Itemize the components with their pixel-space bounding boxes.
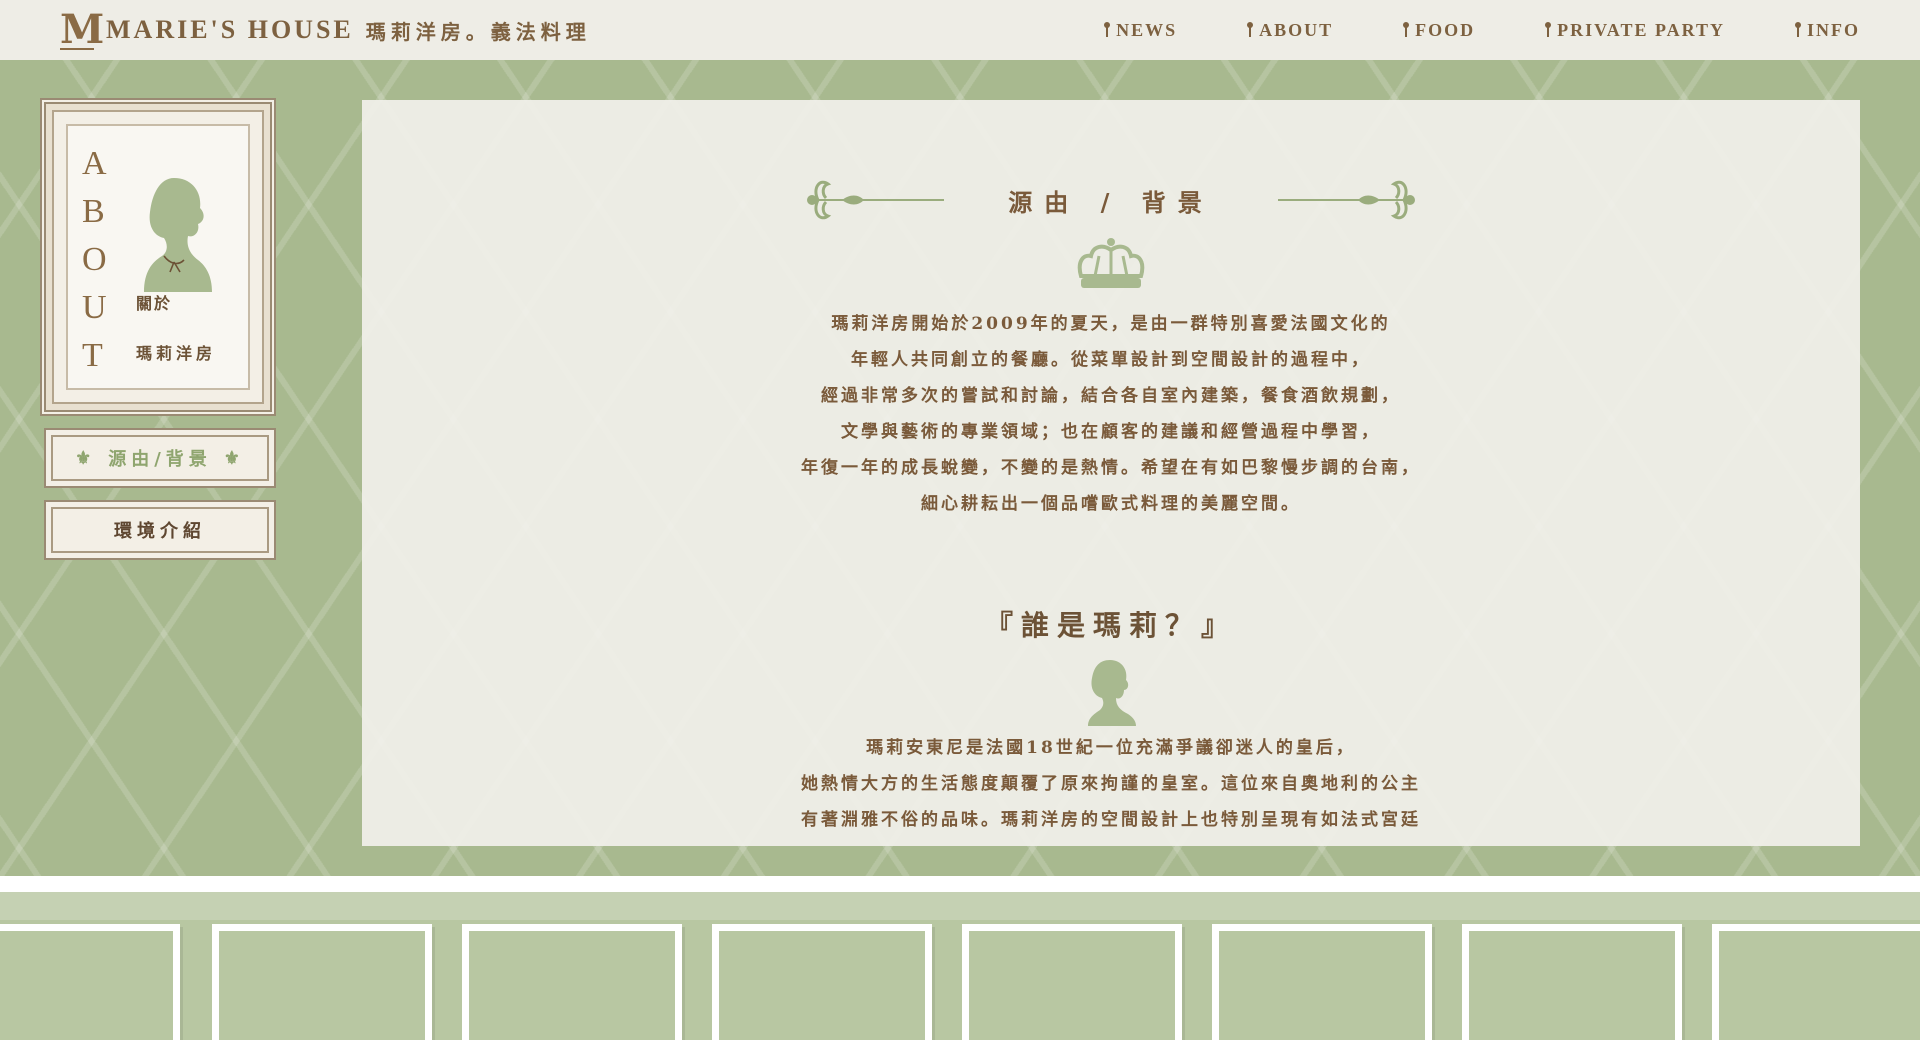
section-title: 源由 / 背景 bbox=[1008, 187, 1214, 217]
marie-line: 瑪莉安東尼是法國18世紀一位充滿爭議卻迷人的皇后， bbox=[866, 738, 1356, 758]
intro-line: 瑪莉洋房開始於2009年的夏天，是由一群特別喜愛法國文化的 bbox=[831, 314, 1391, 334]
keyhole-icon bbox=[1104, 22, 1111, 38]
keyhole-icon bbox=[1795, 22, 1801, 38]
about-chinese-sublabel: 瑪莉洋房 bbox=[136, 344, 217, 363]
about-chinese-label: 關於 bbox=[136, 294, 173, 313]
brand[interactable]: M MARIE'S HOUSE 瑪莉洋房。義法料理 bbox=[60, 8, 591, 52]
who-is-marie-heading: 『誰是瑪莉？』 bbox=[984, 609, 1237, 642]
lady-silhouette-icon bbox=[144, 178, 212, 292]
crown-icon bbox=[1077, 238, 1145, 288]
flourish-right-icon bbox=[1277, 180, 1415, 220]
fleur-icon: ⚜ bbox=[223, 447, 245, 469]
marie-portrait-icon bbox=[1088, 660, 1136, 726]
wainscot-panel bbox=[212, 924, 432, 1040]
about-letter: B bbox=[82, 193, 105, 230]
marie-paragraph: 瑪莉安東尼是法國18世紀一位充滿爭議卻迷人的皇后， 她熱情大方的生活態度顛覆了原… bbox=[362, 730, 1860, 838]
nav-item-label: PRIVATE PARTY bbox=[1557, 19, 1725, 40]
nav-item-label: FOOD bbox=[1415, 19, 1476, 40]
nav-item-private-party[interactable]: PRIVATE PARTY bbox=[1545, 20, 1725, 41]
chair-rail bbox=[0, 876, 1920, 892]
wainscot-band bbox=[0, 892, 1920, 920]
nav-item-label: ABOUT bbox=[1259, 19, 1334, 40]
origin-background-button[interactable]: ⚜ 源由/背景 ⚜ bbox=[44, 428, 276, 488]
nav-item-label: INFO bbox=[1807, 19, 1860, 40]
brand-subtitle: 瑪莉洋房。義法料理 bbox=[365, 19, 591, 44]
intro-line: 年復一年的成長蛻變，不變的是熱情。希望在有如巴黎慢步調的台南， bbox=[801, 458, 1421, 478]
about-letter: O bbox=[82, 241, 107, 278]
about-vertical-title: A B O U T bbox=[82, 144, 107, 376]
about-letter: A bbox=[82, 145, 107, 182]
side-button-label: 源由/背景 bbox=[108, 449, 212, 470]
wainscot-panel bbox=[1712, 924, 1920, 1040]
wainscot-wall bbox=[0, 892, 1920, 1040]
brand-name[interactable]: MARIE'S HOUSE bbox=[106, 15, 354, 45]
about-letter: U bbox=[82, 289, 107, 326]
fleur-icon: ⚜ bbox=[75, 447, 97, 469]
about-frame-inner: A B O U T 關於 瑪莉洋房 bbox=[66, 124, 250, 390]
marie-line: 她熱情大方的生活態度顛覆了原來拘謹的皇室。這位來自奧地利的公主 bbox=[801, 774, 1421, 794]
about-picture-frame: A B O U T 關於 瑪莉洋房 bbox=[40, 98, 276, 416]
environment-button[interactable]: 環境介紹 bbox=[44, 500, 276, 560]
main-nav: NEWS ABOUT FOOD PRIVATE PARTY INFO bbox=[1104, 0, 1860, 60]
wainscot-panel bbox=[0, 924, 180, 1040]
brand-logo[interactable]: M bbox=[60, 10, 104, 50]
wainscot-panel bbox=[1212, 924, 1432, 1040]
top-navigation-bar: M MARIE'S HOUSE 瑪莉洋房。義法料理 NEWS ABOUT FOO… bbox=[0, 0, 1920, 60]
wainscot-panel bbox=[712, 924, 932, 1040]
content-panel[interactable]: 源由 / 背景 瑪莉洋房開始於2009年的夏天，是由一群特別喜愛法國文化的 年輕… bbox=[362, 100, 1860, 846]
about-letter: T bbox=[82, 337, 103, 374]
keyhole-icon bbox=[1545, 22, 1552, 38]
nav-item-news[interactable]: NEWS bbox=[1104, 20, 1177, 41]
section-heading: 源由 / 背景 bbox=[362, 170, 1860, 230]
nav-item-food[interactable]: FOOD bbox=[1403, 20, 1475, 41]
intro-line: 細心耕耘出一個品嚐歐式料理的美麗空間。 bbox=[921, 494, 1301, 514]
marie-line: 有著淵雅不俗的品味。瑪莉洋房的空間設計上也特別呈現有如法式宮廷 bbox=[801, 810, 1421, 830]
wainscot-panel bbox=[1462, 924, 1682, 1040]
intro-line: 經過非常多次的嘗試和討論，結合各自室內建築，餐食酒飲規劃， bbox=[821, 386, 1401, 406]
flourish-left-icon bbox=[807, 180, 945, 220]
keyhole-icon bbox=[1403, 22, 1410, 38]
side-button-label: 環境介紹 bbox=[114, 521, 206, 542]
intro-line: 年輕人共同創立的餐廳。從菜單設計到空間設計的過程中， bbox=[851, 350, 1371, 370]
wainscot-panel bbox=[462, 924, 682, 1040]
nav-item-about[interactable]: ABOUT bbox=[1247, 20, 1333, 41]
keyhole-icon bbox=[1247, 22, 1254, 38]
wainscot-panel bbox=[962, 924, 1182, 1040]
nav-item-label: NEWS bbox=[1116, 19, 1178, 40]
intro-line: 文學與藝術的專業領域；也在顧客的建議和經營過程中學習， bbox=[841, 422, 1381, 442]
intro-paragraph: 瑪莉洋房開始於2009年的夏天，是由一群特別喜愛法國文化的 年輕人共同創立的餐廳… bbox=[362, 306, 1860, 522]
nav-item-info[interactable]: INFO bbox=[1795, 20, 1860, 41]
